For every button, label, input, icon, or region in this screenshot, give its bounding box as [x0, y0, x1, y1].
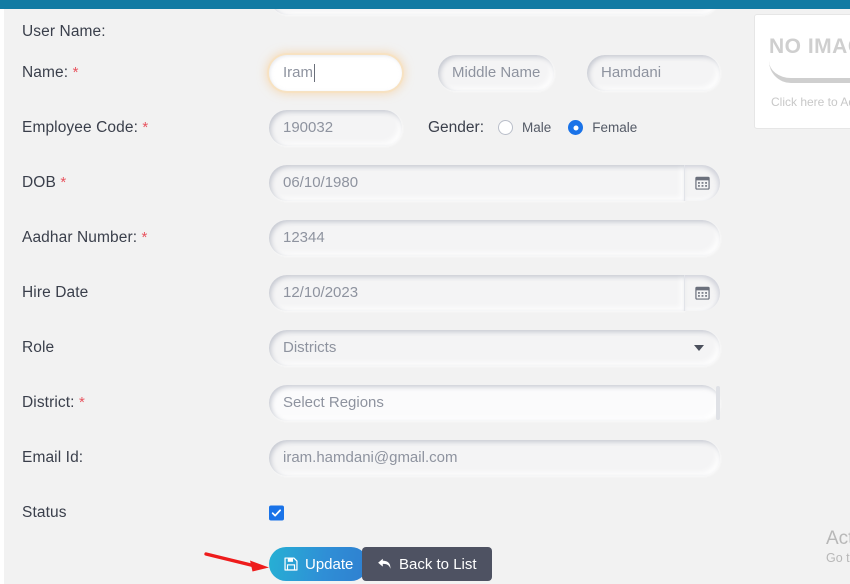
name-required-marker: * — [72, 63, 79, 81]
form-row-aadhar: Aadhar Number: * 12344 — [4, 210, 746, 265]
email-label: Email Id: — [22, 448, 84, 466]
no-image-title: NO IMAGE — [769, 35, 850, 58]
hire-date-date-picker[interactable]: 12/10/2023 — [269, 274, 720, 311]
gender-label: Gender: — [428, 118, 485, 136]
hire-date-input[interactable]: 12/10/2023 — [269, 274, 684, 311]
dob-date-picker[interactable]: 06/10/1980 — [269, 164, 720, 201]
form-row-hire-date: Hire Date 12/10/2023 — [4, 265, 746, 320]
dob-input[interactable]: 06/10/1980 — [269, 164, 684, 201]
dob-required-marker: * — [60, 173, 67, 191]
district-multiselect[interactable]: Select Regions — [269, 384, 720, 421]
back-to-list-button[interactable]: Back to List — [362, 547, 492, 581]
back-to-list-button-label: Back to List — [399, 555, 477, 573]
dob-label: DOB * — [22, 173, 67, 191]
chevron-down-icon — [694, 344, 704, 351]
first-name-input[interactable]: Iram — [269, 54, 402, 91]
back-arrow-icon — [378, 558, 391, 569]
hire-date-label: Hire Date — [22, 283, 89, 301]
top-navigation-bar — [0, 0, 850, 9]
district-scrollbar[interactable] — [716, 385, 720, 420]
form-row-name: Name: * Iram Middle Name Hamdani — [4, 45, 746, 100]
form-actions: Update Back to List — [4, 547, 746, 581]
no-image-placeholder-card[interactable]: NO IMAGE Click here to Add Image — [754, 14, 850, 129]
form-row-dob: DOB * 06/10/1980 — [4, 155, 746, 210]
form-row-status: Status — [4, 485, 746, 540]
employee-code-input[interactable]: 190032 — [269, 109, 402, 146]
form-row-role: Role Districts — [4, 320, 746, 375]
employee-edit-form: User Name: Iram.Hamdani Name: * Iram Mid… — [4, 0, 746, 584]
district-required-marker: * — [78, 393, 85, 411]
form-row-district: District: * Select Regions — [4, 375, 746, 430]
gender-radio-female[interactable] — [568, 120, 584, 135]
text-cursor — [314, 63, 315, 82]
middle-name-input[interactable]: Middle Name — [438, 54, 554, 91]
username-label: User Name: — [22, 23, 106, 40]
add-image-hint: Click here to Add Image — [771, 95, 850, 109]
no-image-smile-icon — [769, 61, 850, 83]
employee-code-label: Employee Code: * — [22, 118, 149, 136]
gender-option-female-label: Female — [592, 120, 638, 135]
aadhar-input[interactable]: 12344 — [269, 219, 720, 256]
calendar-icon[interactable] — [684, 274, 720, 311]
form-row-employee-code: Employee Code: * 190032 Gender: Male Fem… — [4, 100, 746, 155]
name-label: Name: * — [22, 63, 79, 81]
district-label: District: * — [22, 393, 85, 411]
check-icon — [271, 508, 282, 517]
form-row-email: Email Id: iram.hamdani@gmail.com — [4, 430, 746, 485]
role-label: Role — [22, 338, 55, 356]
calendar-icon[interactable] — [684, 164, 720, 201]
application-screenshot: User Name: Iram.Hamdani Name: * Iram Mid… — [0, 0, 850, 584]
status-label: Status — [22, 503, 67, 521]
role-select-value: Districts — [283, 339, 337, 356]
last-name-input[interactable]: Hamdani — [587, 54, 720, 91]
update-button[interactable]: Update — [269, 547, 369, 581]
aadhar-label: Aadhar Number: * — [22, 228, 148, 246]
gender-group: Gender: Male Female — [428, 119, 647, 137]
employee-code-required-marker: * — [142, 118, 149, 136]
profile-image-panel: NO IMAGE Click here to Add Image — [746, 9, 850, 584]
update-button-label: Update — [305, 555, 354, 573]
gender-option-male-label: Male — [522, 120, 552, 135]
status-checkbox[interactable] — [269, 505, 284, 520]
aadhar-required-marker: * — [141, 228, 148, 246]
role-select[interactable]: Districts — [269, 329, 720, 366]
email-input[interactable]: iram.hamdani@gmail.com — [269, 439, 720, 476]
calendar-icon-glyph — [695, 176, 710, 190]
gender-radio-male[interactable] — [498, 120, 514, 135]
save-icon — [284, 557, 298, 571]
calendar-icon-glyph — [695, 286, 710, 300]
